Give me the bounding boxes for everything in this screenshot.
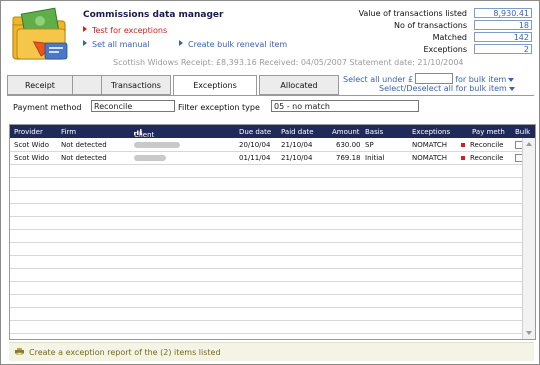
tab-allocated[interactable]: Allocated: [259, 75, 339, 95]
cell-exception: NOMATCH: [412, 154, 448, 162]
empty-row: [10, 256, 522, 269]
app-window: Commissions data manager Test for except…: [0, 0, 540, 365]
cell-client-redacted: [134, 155, 166, 161]
test-for-exceptions-link[interactable]: Test for exceptions: [83, 26, 167, 35]
stat-value-transactions: 18: [474, 20, 532, 30]
cell-provider: Scot Wido: [14, 154, 49, 162]
status-dot-icon: [461, 143, 465, 147]
set-all-manual-link[interactable]: Set all manual: [83, 40, 150, 49]
col-paid-date[interactable]: Paid date: [281, 128, 314, 136]
empty-row: [10, 230, 522, 243]
stat-value-exceptions: 2: [474, 44, 532, 54]
status-dot-icon: [461, 156, 465, 160]
stat-label-matched: Matched: [432, 33, 467, 42]
exceptions-grid: Provider Firm Client Due date Paid date …: [9, 124, 536, 340]
cell-basis: SP: [365, 141, 374, 149]
create-bulk-renewal-link[interactable]: Create bulk reneval item: [179, 40, 287, 49]
action-label: Create bulk reneval item: [188, 40, 288, 49]
printer-icon: [15, 348, 24, 355]
action-label: Set all manual: [92, 40, 150, 49]
receipt-info-line: Scottish Widows Receipt: £8,393.16 Recei…: [113, 58, 464, 67]
empty-row: [10, 204, 522, 217]
col-client[interactable]: Client: [134, 128, 154, 139]
grid-header: Provider Firm Client Due date Paid date …: [10, 125, 535, 139]
tab-transactions[interactable]: Transactions: [101, 75, 171, 95]
cell-firm: Not detected: [61, 141, 107, 149]
scroll-up-icon[interactable]: [526, 142, 532, 146]
cell-exception: NOMATCH: [412, 141, 448, 149]
cell-pay-meth: Reconcile: [470, 154, 504, 162]
exception-type-label: Filter exception type: [178, 103, 260, 112]
scroll-down-icon[interactable]: [526, 331, 532, 335]
empty-row: [10, 295, 522, 308]
vertical-scrollbar[interactable]: [522, 138, 535, 339]
col-bulk[interactable]: Bulk: [515, 128, 530, 136]
tab-exceptions[interactable]: Exceptions: [173, 75, 257, 96]
empty-row: [10, 217, 522, 230]
action-label: Test for exceptions: [92, 26, 168, 35]
tab-receipt[interactable]: Receipt: [7, 75, 73, 95]
cell-basis: Initial: [365, 154, 385, 162]
create-exception-report-link[interactable]: Create a exception report of the (2) ite…: [29, 348, 221, 357]
stat-label-transactions: No of transactions: [393, 21, 467, 30]
cell-amount: 630.00: [336, 141, 361, 149]
col-basis[interactable]: Basis: [365, 128, 383, 136]
stat-label-exceptions: Exceptions: [423, 45, 467, 54]
table-row[interactable]: Scot Wido Not detected 01/11/04 21/10/04…: [10, 152, 523, 165]
cell-amount: 769.18: [336, 154, 361, 162]
bullet-icon: [83, 40, 87, 46]
cell-firm: Not detected: [61, 154, 107, 162]
tab-divider: [7, 95, 534, 96]
folder-money-logo-icon: [12, 7, 68, 60]
stat-label-value-listed: Value of transactions listed: [358, 9, 467, 18]
cell-paid-date: 21/10/04: [281, 154, 313, 162]
empty-row: [10, 191, 522, 204]
select-deselect-all-link[interactable]: Select/Deselect all for bulk item: [379, 84, 515, 93]
exception-type-field[interactable]: 05 - no match: [271, 100, 419, 112]
cell-client-redacted: [134, 142, 180, 148]
cell-paid-date: 21/10/04: [281, 141, 313, 149]
cell-pay-meth: Reconcile: [470, 141, 504, 149]
chevron-down-icon: [508, 87, 515, 91]
payment-method-field[interactable]: Reconcile: [91, 100, 175, 112]
app-title: Commissions data manager: [83, 10, 224, 20]
table-row[interactable]: Scot Wido Not detected 20/10/04 21/10/04…: [10, 139, 523, 152]
bulk-amount-input[interactable]: [415, 73, 454, 84]
empty-row: [10, 178, 522, 191]
empty-row: [10, 269, 522, 282]
col-pay-meth[interactable]: Pay meth: [472, 128, 505, 136]
empty-row: [10, 308, 522, 321]
payment-method-label: Payment method: [13, 103, 82, 112]
col-client-label: Client: [134, 131, 155, 139]
col-provider[interactable]: Provider: [14, 128, 43, 136]
select-deselect-label: Select/Deselect all for bulk item: [379, 84, 507, 93]
select-all-under-control: Select all under £ for bulk item: [343, 73, 515, 84]
bullet-icon: [179, 40, 183, 46]
empty-row: [10, 165, 522, 178]
tab-spacer: [73, 75, 101, 95]
cell-due-date: 01/11/04: [239, 154, 271, 162]
cell-provider: Scot Wido: [14, 141, 49, 149]
col-firm[interactable]: Firm: [61, 128, 76, 136]
select-under-link[interactable]: for bulk item: [455, 75, 506, 84]
empty-row: [10, 243, 522, 256]
col-due-date[interactable]: Due date: [239, 128, 271, 136]
empty-row: [10, 321, 522, 334]
report-footer[interactable]: Create a exception report of the (2) ite…: [9, 342, 534, 361]
stat-value-matched: 142: [474, 32, 532, 42]
bullet-icon: [83, 26, 87, 32]
col-amount[interactable]: Amount: [332, 128, 360, 136]
select-under-prefix: Select all under £: [343, 75, 414, 84]
stat-value-listed: 8,930.41: [474, 8, 532, 18]
col-exceptions[interactable]: Exceptions: [412, 128, 450, 136]
empty-row: [10, 282, 522, 295]
chevron-down-icon[interactable]: [508, 78, 515, 82]
cell-due-date: 20/10/04: [239, 141, 271, 149]
